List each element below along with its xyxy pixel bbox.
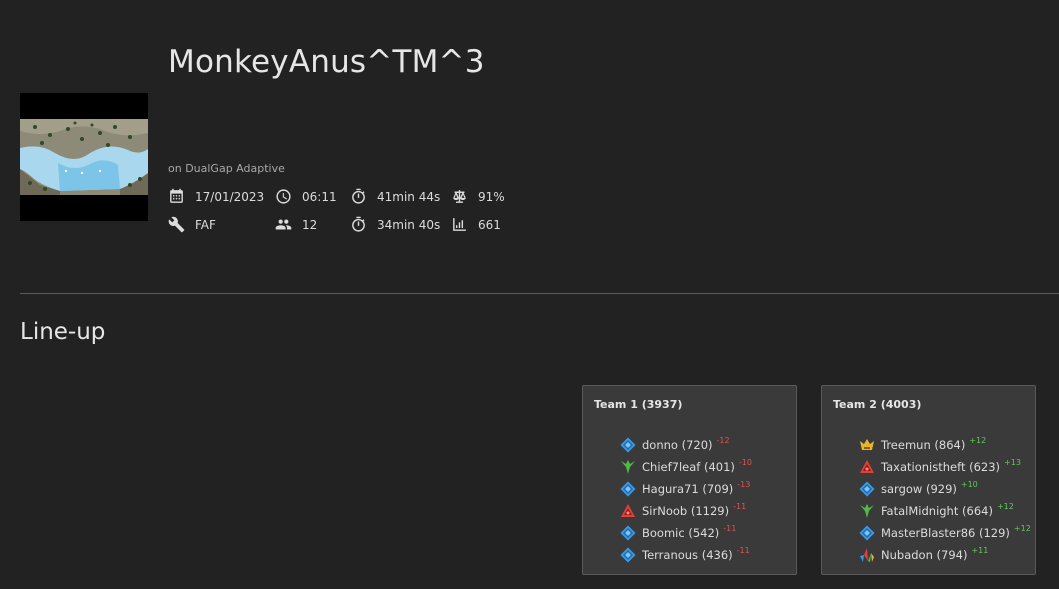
rating-change: -12	[716, 435, 730, 445]
calendar-icon	[168, 188, 185, 205]
stat-featured-mod: FAF	[168, 216, 216, 233]
team-1-card: Team 1 (3937) donno (720) -12 Chief7leaf (…	[582, 385, 797, 575]
stat-replay-duration-value: 34min 40s	[377, 217, 441, 232]
stat-time: 06:11	[275, 188, 337, 205]
cybran-faction-icon	[859, 459, 875, 475]
player-name[interactable]: FatalMidnight (664)	[881, 504, 993, 518]
team-title: Team 2 (4003)	[833, 398, 922, 411]
stat-rating: 661	[451, 216, 501, 233]
player-name[interactable]: SirNoob (1129)	[642, 504, 729, 518]
stat-duration-value: 41min 44s	[377, 189, 441, 204]
rating-change: +12	[969, 435, 987, 445]
stat-duration: 41min 44s	[350, 188, 440, 205]
uef-faction-icon	[859, 525, 875, 541]
stat-players: 12	[275, 216, 317, 233]
stat-balance: 91%	[451, 188, 505, 205]
cybran-faction-icon	[620, 503, 636, 519]
rating-change: -10	[738, 457, 752, 467]
team-1-player-list: donno (720) -12 Chief7leaf (401) -10 Hagura7…	[620, 434, 752, 566]
game-title: MonkeyAnus^TM^3	[168, 44, 485, 80]
rating-change: +12	[1013, 523, 1031, 533]
player-row[interactable]: Terranous (436) -11	[620, 544, 752, 566]
player-row[interactable]: FatalMidnight (664) +12	[859, 500, 1031, 522]
replay-detail-page: MonkeyAnus^TM^3 on DualGap Adaptive 17/0…	[0, 0, 1059, 589]
player-row[interactable]: sargow (929) +10	[859, 478, 1031, 500]
uef-faction-icon	[620, 437, 636, 453]
player-name[interactable]: Terranous (436)	[642, 548, 733, 562]
rating-change: +13	[1004, 457, 1021, 467]
player-row[interactable]: Taxationistheft (623) +13	[859, 456, 1031, 478]
rating-change: +11	[971, 545, 989, 555]
stat-players-value: 12	[302, 217, 318, 232]
rating-change: +10	[960, 479, 978, 489]
rating-change: -11	[733, 501, 747, 511]
stopwatch-icon	[350, 216, 367, 233]
stat-date: 17/01/2023	[168, 188, 264, 205]
player-name[interactable]: MasterBlaster86 (129)	[881, 526, 1010, 540]
player-name[interactable]: Treemun (864)	[881, 438, 965, 452]
stat-time-value: 06:11	[302, 189, 337, 204]
player-name[interactable]: Hagura71 (709)	[642, 482, 733, 496]
player-row[interactable]: Hagura71 (709) -13	[620, 478, 752, 500]
team-2-card: Team 2 (4003) Treemun (864) +12 Taxationis…	[821, 385, 1036, 575]
player-row[interactable]: Nubadon (794) +11	[859, 544, 1031, 566]
bar-chart-icon	[451, 216, 468, 233]
player-row[interactable]: Treemun (864) +12	[859, 434, 1031, 456]
scale-icon	[451, 188, 468, 205]
lineup-heading: Line-up	[20, 319, 106, 345]
rating-change: +12	[996, 501, 1014, 511]
aeon-faction-icon	[859, 437, 875, 453]
map-name: on DualGap Adaptive	[168, 162, 285, 175]
stopwatch-icon	[350, 188, 367, 205]
rating-change: -13	[737, 479, 751, 489]
player-name[interactable]: sargow (929)	[881, 482, 957, 496]
random-faction-icon	[859, 547, 875, 563]
player-name[interactable]: Chief7leaf (401)	[642, 460, 735, 474]
stat-balance-value: 91%	[478, 189, 505, 204]
clock-icon	[275, 188, 292, 205]
seraphim-faction-icon	[620, 459, 636, 475]
player-name[interactable]: donno (720)	[642, 438, 713, 452]
people-icon	[275, 216, 292, 233]
player-row[interactable]: donno (720) -12	[620, 434, 752, 456]
seraphim-faction-icon	[859, 503, 875, 519]
player-row[interactable]: Boomic (542) -11	[620, 522, 752, 544]
player-name[interactable]: Nubadon (794)	[881, 548, 967, 562]
wrench-icon	[168, 216, 185, 233]
player-row[interactable]: SirNoob (1129) -11	[620, 500, 752, 522]
section-divider	[20, 293, 1059, 294]
team-title: Team 1 (3937)	[594, 398, 683, 411]
uef-faction-icon	[620, 525, 636, 541]
uef-faction-icon	[620, 481, 636, 497]
team-2-player-list: Treemun (864) +12 Taxationistheft (623) +13…	[859, 434, 1031, 566]
map-preview-image[interactable]	[20, 93, 148, 221]
stat-date-value: 17/01/2023	[195, 189, 265, 204]
stat-featured-mod-value: FAF	[195, 217, 216, 232]
uef-faction-icon	[620, 547, 636, 563]
player-row[interactable]: Chief7leaf (401) -10	[620, 456, 752, 478]
player-name[interactable]: Taxationistheft (623)	[881, 460, 1000, 474]
rating-change: -11	[723, 523, 737, 533]
uef-faction-icon	[859, 481, 875, 497]
player-name[interactable]: Boomic (542)	[642, 526, 719, 540]
player-row[interactable]: MasterBlaster86 (129) +12	[859, 522, 1031, 544]
stat-replay-duration: 34min 40s	[350, 216, 440, 233]
stat-rating-value: 661	[478, 217, 501, 232]
rating-change: -11	[736, 545, 750, 555]
